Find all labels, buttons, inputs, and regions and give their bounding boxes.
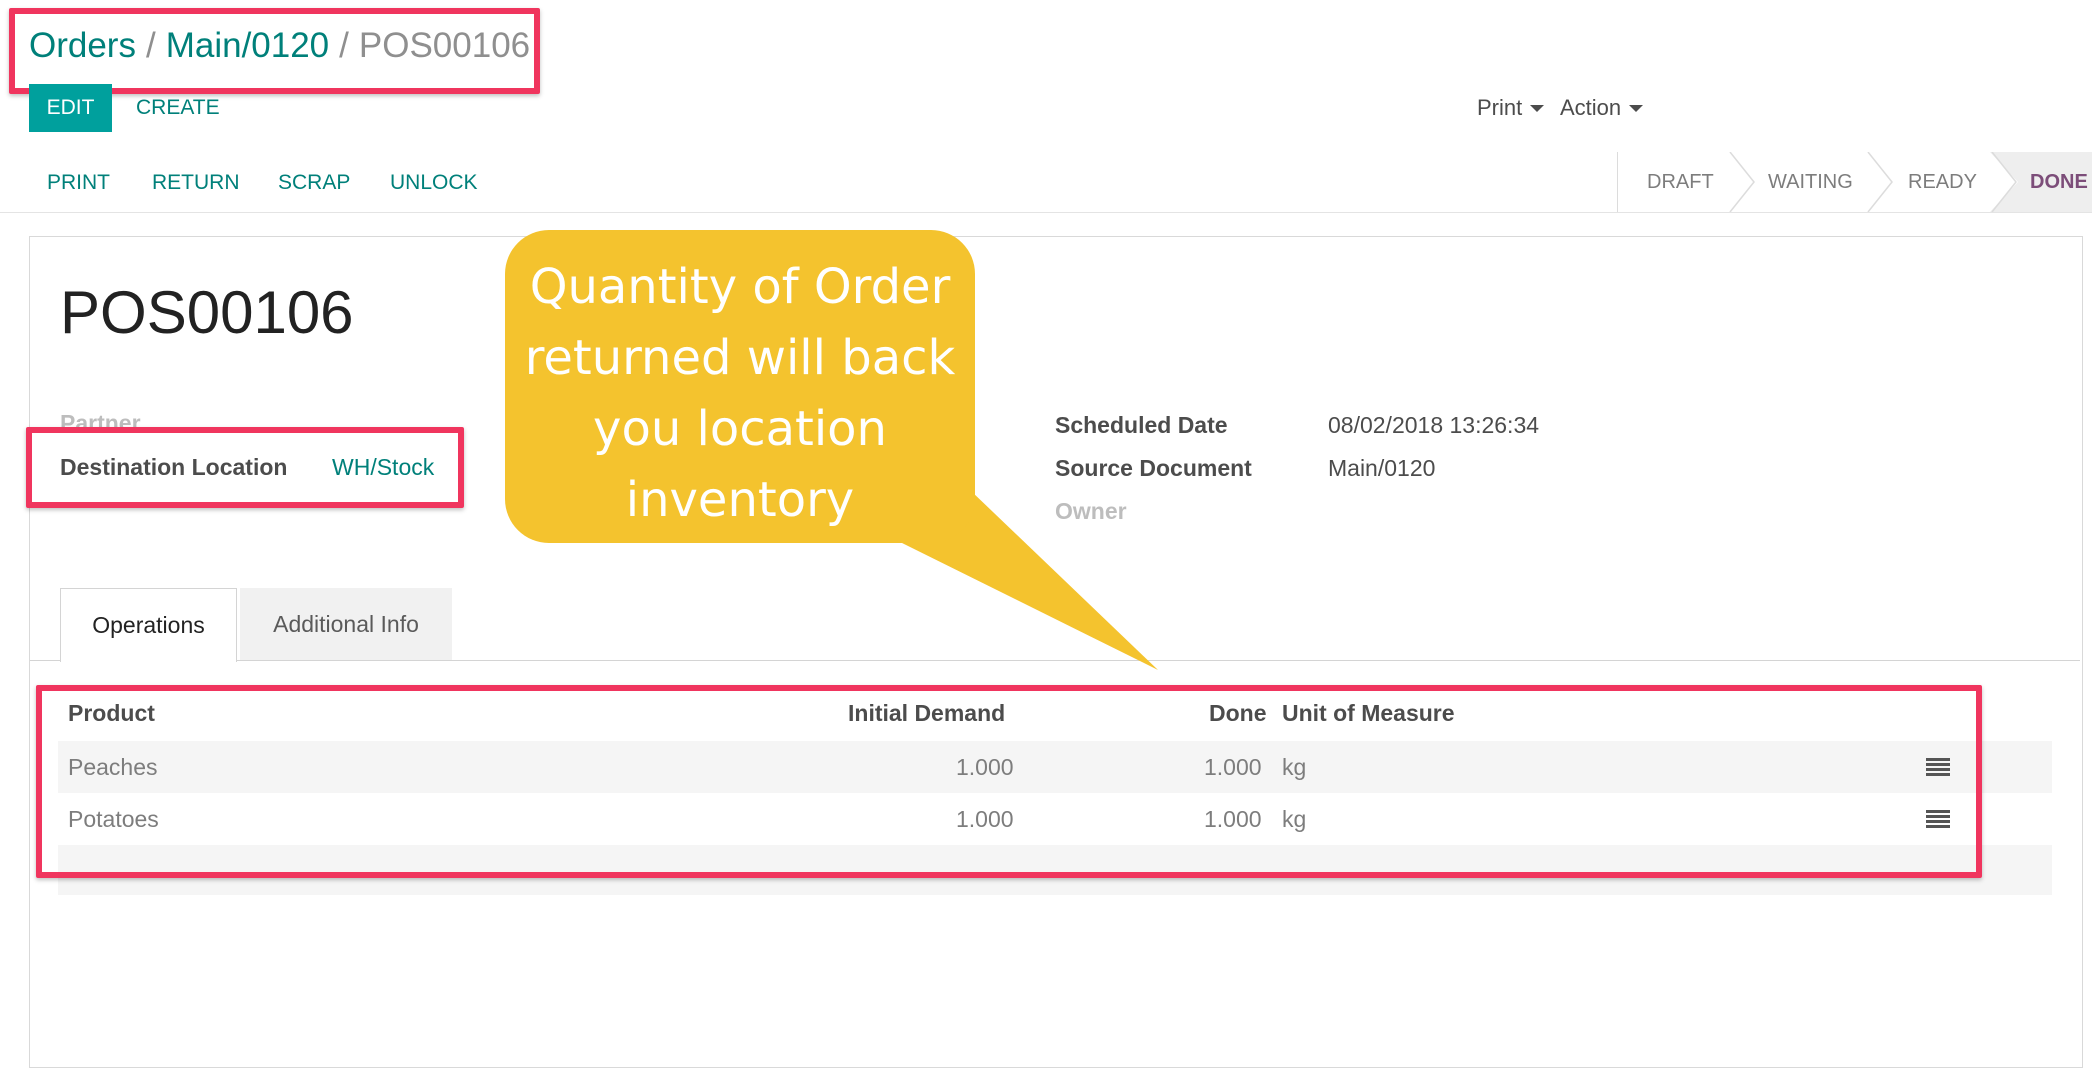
annotation-callout-text: Quantity of Order returned will back you… — [505, 252, 975, 536]
callout-line: you location — [593, 401, 887, 457]
header-divider — [0, 212, 2092, 213]
table-highlight — [36, 685, 1982, 878]
caret-down-icon — [1530, 104, 1545, 112]
caret-down-icon — [1629, 104, 1644, 112]
create-button[interactable]: CREATE — [136, 84, 220, 132]
source-document-value: Main/0120 — [1328, 455, 1436, 481]
print-button[interactable]: PRINT — [47, 160, 110, 206]
scrap-button[interactable]: SCRAP — [278, 160, 350, 206]
chevron-right-icon — [1867, 152, 1893, 212]
unlock-button[interactable]: UNLOCK — [390, 160, 478, 206]
destination-highlight — [26, 427, 464, 508]
stage-draft[interactable]: DRAFT — [1647, 152, 1714, 212]
chevron-right-icon — [1729, 152, 1755, 212]
source-document-label: Source Document — [1055, 455, 1252, 481]
stage-ready[interactable]: READY — [1908, 152, 1977, 212]
callout-line: inventory — [625, 472, 855, 528]
scheduled-date-label: Scheduled Date — [1055, 412, 1228, 438]
chevron-right-icon — [1990, 152, 2018, 212]
stage-waiting[interactable]: WAITING — [1768, 152, 1853, 212]
record-title: POS00106 — [60, 279, 354, 346]
edit-button[interactable]: EDIT — [29, 84, 112, 132]
scheduled-date-value: 08/02/2018 13:26:34 — [1328, 412, 1540, 438]
tab-operations[interactable]: Operations — [60, 588, 237, 662]
status-bar: DRAFT WAITING READY DONE — [1617, 152, 2092, 212]
breadcrumb-highlight — [9, 8, 540, 94]
callout-line: returned will back — [524, 330, 956, 386]
action-dropdown-label: Action — [1560, 95, 1622, 120]
callout-line: Quantity of Order — [529, 259, 951, 315]
print-dropdown[interactable]: Print — [1477, 88, 1545, 128]
tab-additional-info[interactable]: Additional Info — [240, 588, 452, 660]
action-dropdown[interactable]: Action — [1560, 88, 1644, 128]
stage-done: DONE — [2018, 152, 2092, 212]
return-button[interactable]: RETURN — [152, 160, 240, 206]
print-dropdown-label: Print — [1477, 95, 1523, 120]
